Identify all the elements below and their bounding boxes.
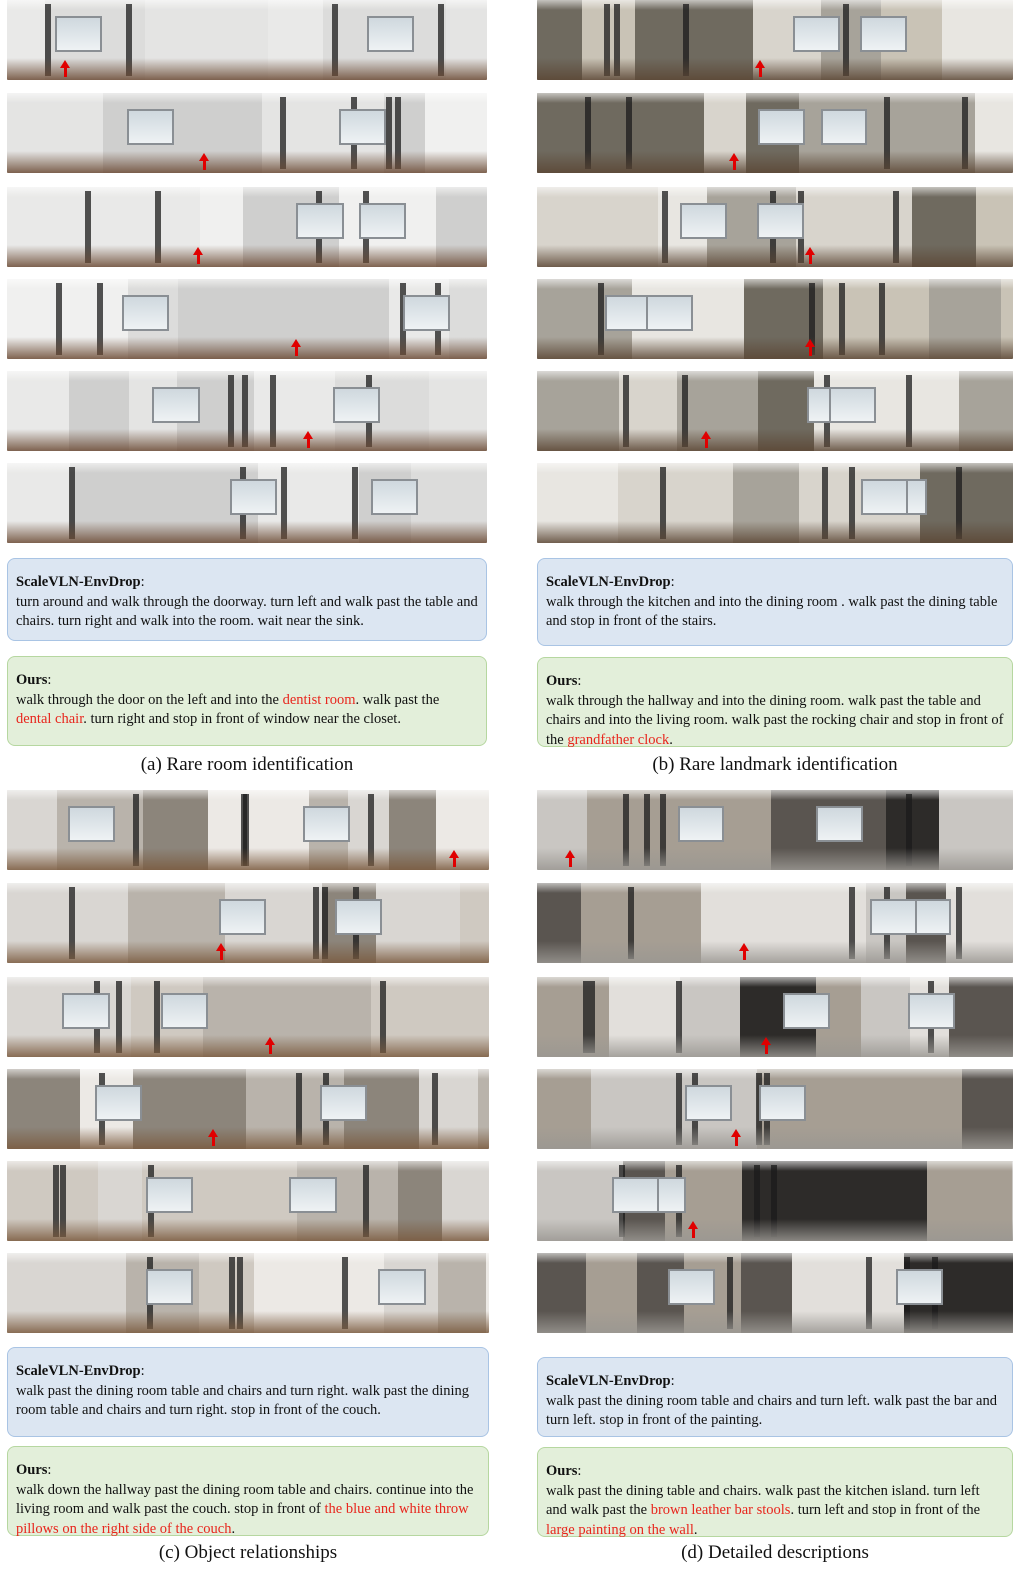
panorama-image xyxy=(537,187,1013,267)
panorama-image xyxy=(7,1253,489,1333)
panel-caption: (b) Rare landmark identification xyxy=(652,754,898,775)
instruction-fragment: . xyxy=(693,1521,698,1538)
highlighted-phrase: brown leather bar stools xyxy=(650,1502,791,1518)
instruction-fragment: . walk past the xyxy=(355,691,440,708)
ours-instruction-text: walk down the hallway past the dining ro… xyxy=(16,1482,473,1537)
panorama-image xyxy=(7,977,489,1057)
ours-instruction-text: walk through the hallway and into the di… xyxy=(546,693,1003,748)
panorama-image xyxy=(7,93,487,173)
instruction-fragment: . xyxy=(231,1520,236,1537)
panel-c: ScaleVLN-EnvDrop: walk past the dining r… xyxy=(7,790,489,1585)
panorama-image xyxy=(7,371,487,451)
panorama-image xyxy=(7,1069,489,1149)
baseline-instruction-text: walk past the dining room table and chai… xyxy=(16,1382,470,1419)
panorama-image xyxy=(7,187,487,267)
panorama-image xyxy=(537,883,1013,963)
baseline-model-name: ScaleVLN-EnvDrop xyxy=(16,574,141,590)
panorama-image xyxy=(537,371,1013,451)
highlighted-phrase: large painting on the wall xyxy=(546,1521,694,1538)
ours-model-name: Ours xyxy=(546,1463,578,1479)
instruction-fragment: . turn left and stop in front of the xyxy=(790,1502,981,1518)
heading-arrow-icon xyxy=(755,60,765,77)
panorama-image xyxy=(7,279,487,359)
ours-instruction-text: walk past the dining table and chairs. w… xyxy=(546,1483,980,1538)
heading-arrow-icon xyxy=(761,1037,771,1054)
panorama-image xyxy=(537,1253,1013,1333)
heading-arrow-icon xyxy=(688,1221,698,1238)
heading-arrow-icon xyxy=(199,153,209,170)
ours-instruction-box: Ours: walk through the hallway and into … xyxy=(537,657,1013,748)
instruction-fragment: . turn right and stop in front of window… xyxy=(83,711,401,727)
heading-arrow-icon xyxy=(303,431,313,448)
panorama-image xyxy=(537,463,1013,543)
highlighted-phrase: dental chair xyxy=(16,711,84,727)
instruction-fragment: . xyxy=(669,731,673,748)
panel-caption: (d) Detailed descriptions xyxy=(681,1542,869,1563)
heading-arrow-icon xyxy=(193,247,203,264)
ours-instruction-box: Ours: walk through the door on the left … xyxy=(7,656,487,746)
heading-arrow-icon xyxy=(208,1129,218,1146)
panorama-image xyxy=(537,790,1013,870)
panorama-image xyxy=(7,883,489,963)
heading-arrow-icon xyxy=(805,247,815,264)
instruction-fragment: walk through the door on the left and in… xyxy=(16,691,283,708)
panorama-image xyxy=(7,1161,489,1241)
ours-model-name: Ours xyxy=(16,1462,48,1478)
highlighted-phrase: dentist room xyxy=(282,691,356,708)
baseline-instruction-text: turn around and walk through the doorway… xyxy=(16,593,478,630)
heading-arrow-icon xyxy=(265,1037,275,1054)
ours-instruction-box: Ours: walk past the dining table and cha… xyxy=(537,1447,1013,1538)
baseline-model-name: ScaleVLN-EnvDrop xyxy=(16,1363,141,1379)
panorama-image xyxy=(537,977,1013,1057)
ours-model-name: Ours xyxy=(546,673,578,689)
heading-arrow-icon xyxy=(805,339,815,356)
heading-arrow-icon xyxy=(291,339,301,356)
baseline-model-name: ScaleVLN-EnvDrop xyxy=(546,574,671,590)
panorama-image xyxy=(7,790,489,870)
ours-instruction-text: walk through the door on the left and in… xyxy=(16,692,439,728)
baseline-instruction-text: walk past the dining room table and chai… xyxy=(546,1392,997,1429)
baseline-instruction-box: ScaleVLN-EnvDrop: turn around and walk t… xyxy=(7,558,487,641)
heading-arrow-icon xyxy=(739,943,749,960)
panorama-image xyxy=(7,463,487,543)
baseline-model-name: ScaleVLN-EnvDrop xyxy=(546,1373,671,1389)
panorama-image xyxy=(537,279,1013,359)
heading-arrow-icon xyxy=(565,850,575,867)
baseline-instruction-box: ScaleVLN-EnvDrop: walk past the dining r… xyxy=(537,1357,1013,1437)
panel-caption: (a) Rare room identification xyxy=(140,754,354,775)
baseline-instruction-text: walk through the kitchen and into the di… xyxy=(546,593,998,630)
panorama-image xyxy=(537,0,1013,80)
panel-d: ScaleVLN-EnvDrop: walk past the dining r… xyxy=(537,790,1013,1585)
highlighted-phrase: grandfather clock xyxy=(567,731,670,748)
heading-arrow-icon xyxy=(449,850,459,867)
heading-arrow-icon xyxy=(731,1129,741,1146)
heading-arrow-icon xyxy=(216,943,226,960)
panorama-image xyxy=(537,93,1013,173)
panorama-image xyxy=(537,1069,1013,1149)
ours-model-name: Ours xyxy=(16,672,48,688)
baseline-instruction-box: ScaleVLN-EnvDrop: walk through the kitch… xyxy=(537,558,1013,646)
heading-arrow-icon xyxy=(701,431,711,448)
panel-a: ScaleVLN-EnvDrop: turn around and walk t… xyxy=(7,0,487,790)
heading-arrow-icon xyxy=(60,60,70,77)
baseline-instruction-box: ScaleVLN-EnvDrop: walk past the dining r… xyxy=(7,1347,489,1437)
panel-caption: (c) Object relationships xyxy=(158,1542,338,1563)
heading-arrow-icon xyxy=(729,153,739,170)
panel-b: ScaleVLN-EnvDrop: walk through the kitch… xyxy=(537,0,1013,790)
panorama-image xyxy=(7,0,487,80)
ours-instruction-box: Ours: walk down the hallway past the din… xyxy=(7,1446,489,1537)
panorama-image xyxy=(537,1161,1013,1241)
